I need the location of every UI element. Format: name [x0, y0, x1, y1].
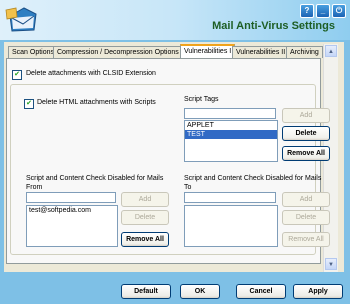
script-tags-add-button[interactable]: Add: [282, 108, 330, 123]
mails-to-remove-all-button[interactable]: Remove All: [282, 232, 330, 247]
minimize-button[interactable]: _: [316, 4, 330, 18]
delete-clsid-label: Delete attachments with CLSID Extension: [26, 70, 156, 77]
mails-from-label: Script and Content Check Disabled for Ma…: [26, 175, 164, 191]
mails-from-add-button[interactable]: Add: [121, 192, 169, 207]
mails-to-delete-button[interactable]: Delete: [282, 210, 330, 225]
script-tags-delete-button[interactable]: Delete: [282, 126, 330, 141]
window-title: Mail Anti-Virus Settings: [212, 20, 335, 32]
script-tags-list[interactable]: APPLET TEST: [184, 120, 278, 162]
mail-antivirus-logo-icon: [5, 7, 37, 32]
list-item[interactable]: APPLET: [185, 121, 277, 130]
tab-scan-options[interactable]: Scan Options: [8, 46, 59, 58]
mails-to-input[interactable]: [184, 192, 276, 203]
title-bar: ? _ ⏻ Mail Anti-Virus Settings: [0, 0, 350, 40]
mails-from-list[interactable]: test@softpedia.com: [26, 205, 118, 247]
help-button[interactable]: ?: [300, 4, 314, 18]
list-item[interactable]: test@softpedia.com: [27, 206, 117, 215]
power-button[interactable]: ⏻: [332, 4, 346, 18]
tab-vulnerabilities-2[interactable]: Vulnerabilities II: [232, 46, 290, 58]
mails-from-input[interactable]: [26, 192, 116, 203]
mails-from-delete-button[interactable]: Delete: [121, 210, 169, 225]
scroll-down-icon[interactable]: ▼: [325, 258, 337, 270]
tab-compression-options[interactable]: Compression / Decompression Options: [53, 46, 183, 58]
delete-html-label: Delete HTML attachments with Scripts: [37, 99, 156, 106]
delete-html-checkbox[interactable]: ✔: [24, 99, 34, 109]
mails-to-label: Script and Content Check Disabled for Ma…: [184, 175, 322, 191]
script-tag-input[interactable]: [184, 108, 276, 119]
delete-clsid-checkbox[interactable]: ✔: [12, 70, 22, 80]
apply-button[interactable]: Apply: [293, 284, 343, 299]
default-button[interactable]: Default: [121, 284, 171, 299]
list-item[interactable]: TEST: [185, 130, 277, 139]
tab-archiving[interactable]: Archiving: [286, 46, 323, 58]
scroll-up-icon[interactable]: ▲: [325, 45, 337, 57]
script-tags-label: Script Tags: [184, 96, 219, 103]
mails-to-add-button[interactable]: Add: [282, 192, 330, 207]
mails-to-list[interactable]: [184, 205, 278, 247]
script-tags-remove-all-button[interactable]: Remove All: [282, 146, 330, 161]
cancel-button[interactable]: Cancel: [236, 284, 286, 299]
ok-button[interactable]: OK: [180, 284, 220, 299]
mails-from-remove-all-button[interactable]: Remove All: [121, 232, 169, 247]
